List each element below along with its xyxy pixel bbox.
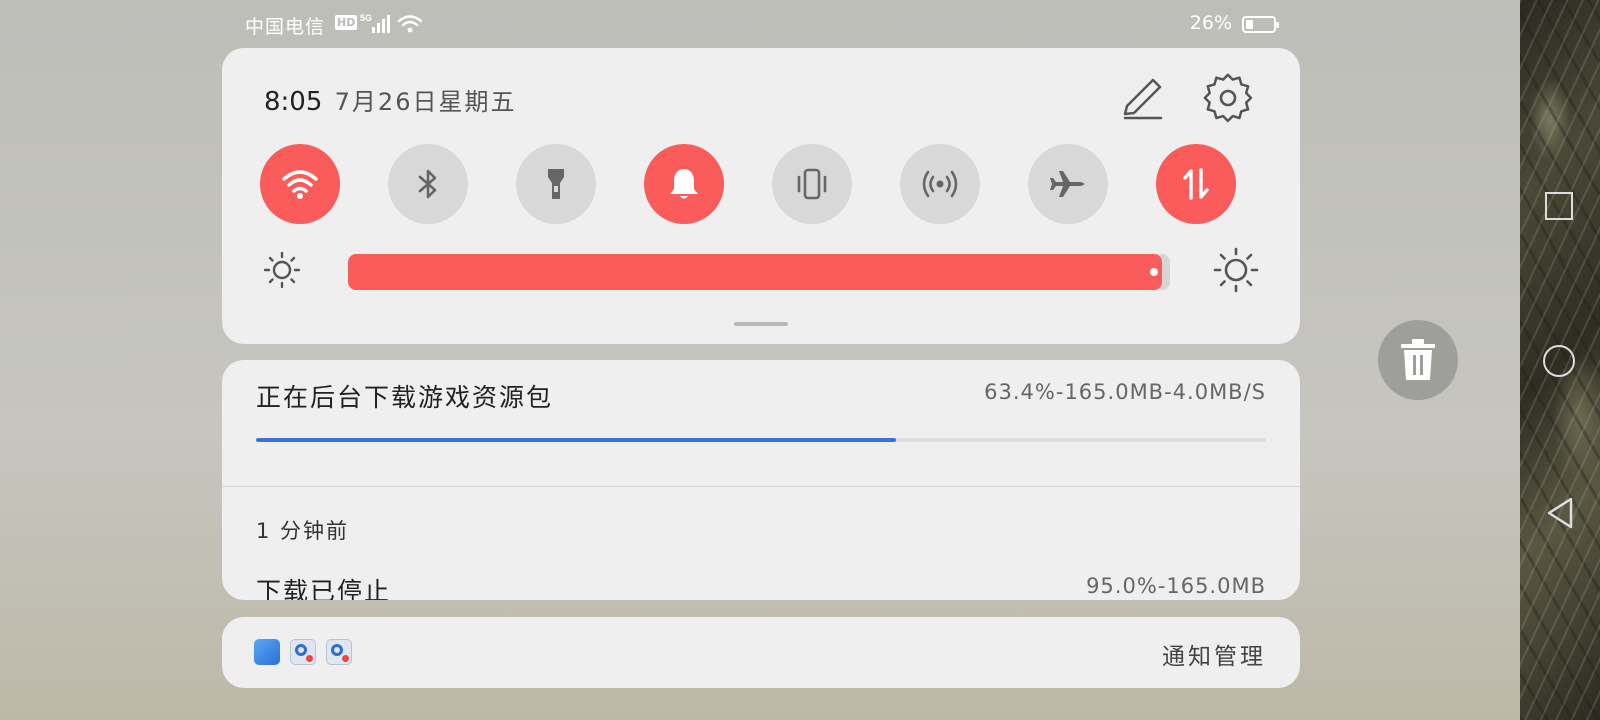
- clock-time: 8:05: [264, 87, 323, 117]
- brightness-thumb[interactable]: [1149, 268, 1158, 276]
- notification-management-button[interactable]: 通知管理: [1162, 637, 1266, 671]
- home-button[interactable]: [1543, 345, 1575, 377]
- wifi-toggle[interactable]: [260, 144, 340, 224]
- navigation-bar: [1535, 0, 1585, 720]
- download-progress-bar: [256, 438, 1266, 442]
- notification-footer: 通知管理: [222, 617, 1300, 688]
- flashlight-toggle[interactable]: [516, 144, 596, 224]
- edit-icon[interactable]: [1117, 74, 1167, 124]
- status-bar: 中国电信 HD 5G 26%: [245, 12, 1280, 38]
- back-button[interactable]: [1545, 496, 1575, 529]
- brightness-low-icon: [260, 248, 304, 292]
- sound-toggle[interactable]: [644, 144, 724, 224]
- notification-group[interactable]: 正在后台下载游戏资源包 63.4%-165.0MB-4.0MB/S 1 分钟前 …: [222, 360, 1300, 600]
- bell-icon: [670, 169, 698, 199]
- settings-gear-icon[interactable]: [1202, 72, 1254, 124]
- hd-badge: HD: [335, 15, 358, 30]
- brightness-high-icon: [1212, 246, 1260, 294]
- game-app-icon: [254, 639, 280, 665]
- signal-icon: 5G: [360, 12, 392, 41]
- notification-timestamp: 1 分钟前: [256, 519, 350, 543]
- recents-button[interactable]: [1545, 192, 1573, 220]
- trash-icon: [1401, 339, 1435, 380]
- airplane-icon: [1050, 171, 1085, 197]
- flashlight-icon: [548, 169, 564, 199]
- bluetooth-toggle[interactable]: [388, 144, 468, 224]
- browser-app-icon: [326, 639, 352, 665]
- brightness-fill: [348, 254, 1162, 290]
- browser-app-icon: [290, 639, 316, 665]
- quick-toggles: [260, 144, 1260, 226]
- data-arrows-icon: [1183, 168, 1209, 200]
- notification-title: 正在后台下载游戏资源包: [256, 383, 554, 412]
- brightness-control: [260, 246, 1260, 294]
- wifi-status-icon: [397, 14, 423, 39]
- clear-all-button[interactable]: [1378, 320, 1458, 400]
- download-progress-text: 95.0%-165.0MB: [1086, 574, 1266, 598]
- airplane-mode-toggle[interactable]: [1028, 144, 1108, 224]
- divider: [222, 486, 1300, 487]
- battery-percentage: 26%: [1189, 12, 1232, 34]
- battery-icon: [1242, 16, 1279, 33]
- hotspot-icon: [922, 170, 958, 198]
- network-type: 5G: [360, 13, 372, 23]
- date-label: 7月26日星期五: [334, 88, 517, 116]
- panel-drag-handle[interactable]: [734, 322, 788, 326]
- brightness-slider[interactable]: [348, 254, 1170, 290]
- vibrate-icon: [797, 168, 827, 200]
- bluetooth-icon: [418, 169, 437, 199]
- quick-settings-panel: 8:05 7月26日星期五: [222, 48, 1300, 344]
- mobile-data-toggle[interactable]: [1156, 144, 1236, 224]
- notification-title: 下载已停止: [256, 577, 392, 600]
- wifi-icon: [282, 170, 318, 199]
- app-icons: [254, 639, 352, 667]
- vibrate-toggle[interactable]: [772, 144, 852, 224]
- datetime: 8:05 7月26日星期五: [264, 82, 516, 117]
- download-progress-text: 63.4%-165.0MB-4.0MB/S: [984, 380, 1266, 404]
- download-progress-fill: [256, 438, 897, 442]
- hotspot-toggle[interactable]: [900, 144, 980, 224]
- carrier-name: 中国电信: [245, 16, 326, 38]
- battery-fill: [1246, 20, 1253, 29]
- download-notification[interactable]: 正在后台下载游戏资源包 63.4%-165.0MB-4.0MB/S: [256, 360, 1266, 486]
